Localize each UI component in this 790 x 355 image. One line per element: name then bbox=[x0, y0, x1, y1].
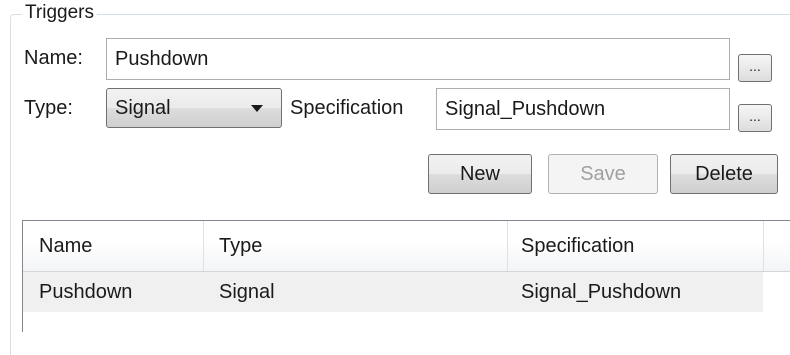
specification-browse-button[interactable]: ... bbox=[738, 104, 772, 132]
save-button[interactable]: Save bbox=[548, 154, 658, 194]
column-divider[interactable] bbox=[203, 221, 204, 271]
name-label: Name: bbox=[24, 47, 83, 69]
name-field[interactable]: Pushdown bbox=[106, 38, 730, 80]
column-header-specification[interactable]: Specification bbox=[521, 234, 634, 258]
specification-label: Specification bbox=[290, 97, 404, 119]
name-browse-button[interactable]: ... bbox=[738, 54, 772, 82]
type-dropdown-value: Signal bbox=[115, 97, 171, 119]
cell-name: Pushdown bbox=[39, 281, 133, 303]
delete-button[interactable]: Delete bbox=[670, 154, 778, 194]
type-dropdown[interactable]: Signal bbox=[106, 88, 282, 128]
cell-specification: Signal_Pushdown bbox=[521, 281, 682, 303]
triggers-grid: Name Type Specification Pushdown Signal … bbox=[22, 220, 790, 332]
specification-field[interactable]: Signal_Pushdown bbox=[436, 88, 730, 130]
table-row[interactable]: Pushdown Signal Signal_Pushdown bbox=[23, 272, 763, 312]
type-label: Type: bbox=[24, 97, 73, 119]
new-button[interactable]: New bbox=[428, 154, 532, 194]
column-header-name[interactable]: Name bbox=[39, 234, 92, 258]
group-title: Triggers bbox=[22, 2, 97, 24]
chevron-down-icon bbox=[251, 105, 263, 112]
column-divider[interactable] bbox=[507, 221, 508, 271]
grid-header: Name Type Specification bbox=[23, 221, 790, 272]
cell-type: Signal bbox=[219, 281, 275, 303]
column-header-type[interactable]: Type bbox=[219, 234, 262, 258]
column-divider[interactable] bbox=[763, 221, 764, 271]
